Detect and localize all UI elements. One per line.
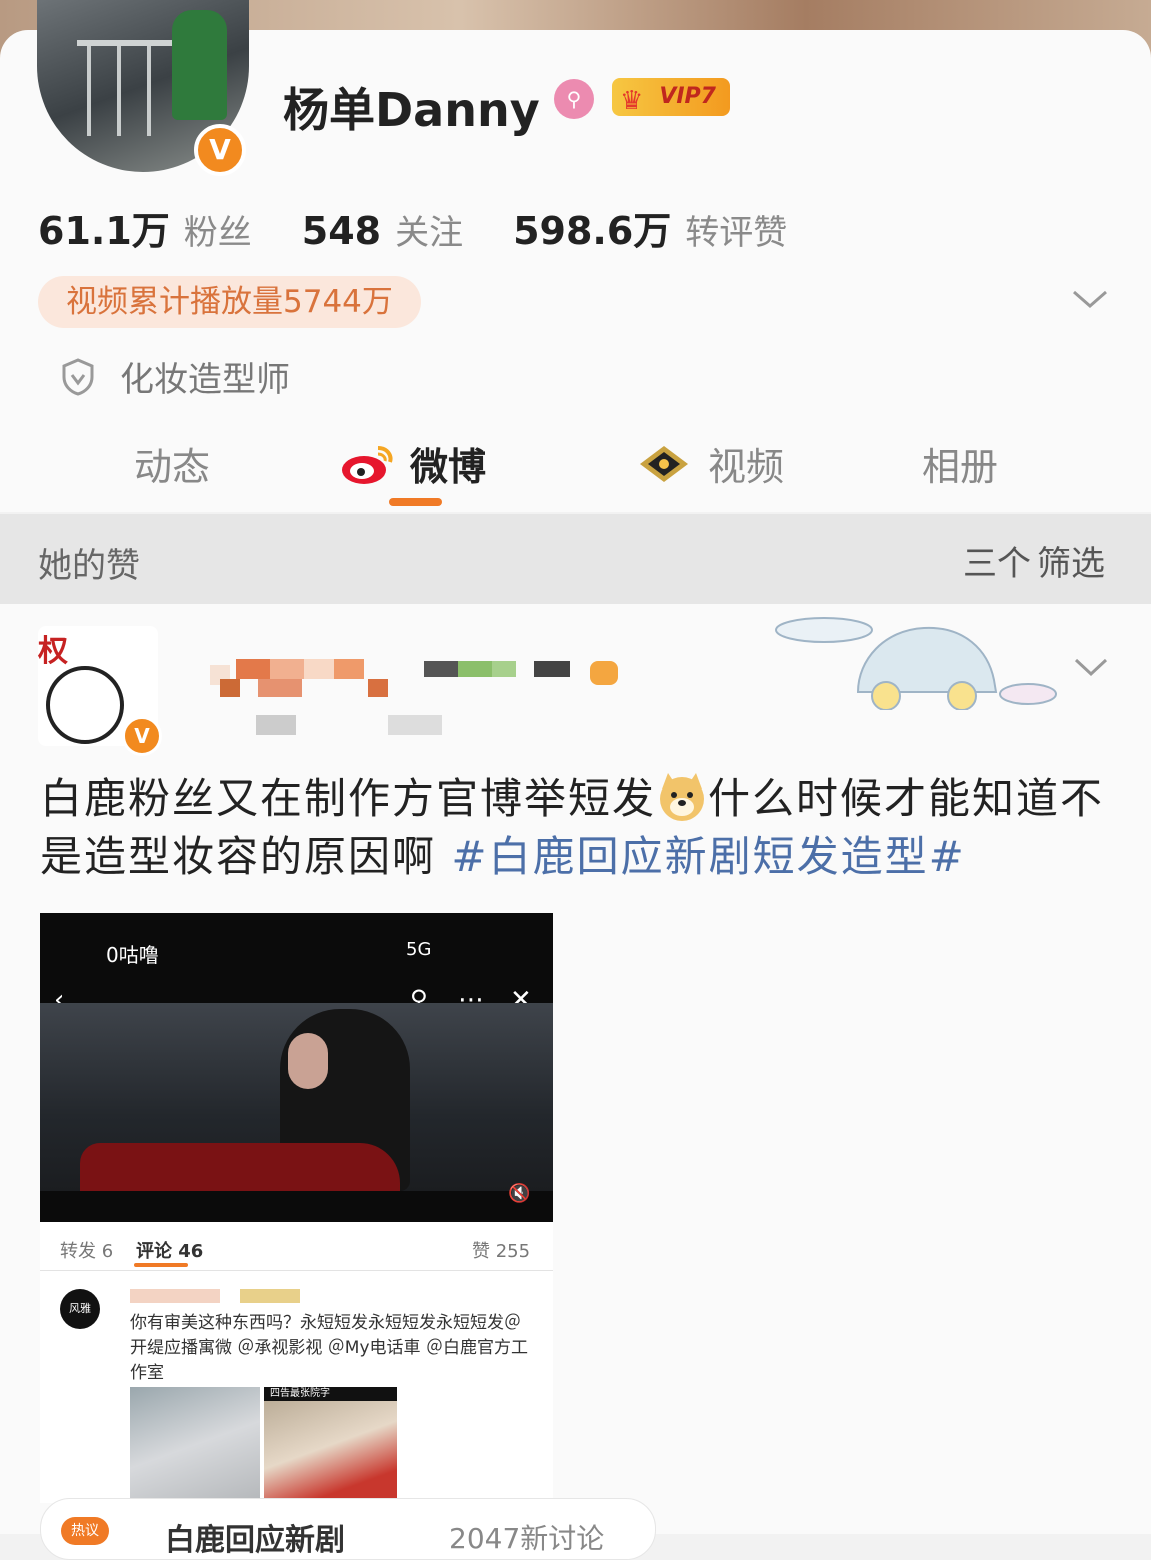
crown-icon: ♛ — [620, 86, 644, 116]
search-badge-icon[interactable]: ⚲ — [554, 79, 594, 119]
stat-interactions[interactable]: 598.6万 转评赞 — [513, 200, 787, 255]
verified-badge-icon: V — [122, 716, 162, 756]
stat-followers[interactable]: 61.1万 粉丝 — [38, 200, 252, 255]
certification-label: 化妆造型师 — [120, 360, 290, 400]
commenter-avatar[interactable]: 风雅 — [60, 1289, 100, 1329]
comment-image-thumbnail[interactable] — [130, 1387, 260, 1503]
vip-label: VIP7 — [659, 84, 716, 109]
tab-label: 视频 — [708, 445, 785, 489]
avatar-photo-person — [172, 10, 227, 120]
status-bar-signal: 5G — [406, 939, 432, 960]
car-cartoon-decoration — [775, 617, 1057, 710]
topic-name: 白鹿回应新剧 — [165, 1523, 345, 1558]
like-count[interactable]: 赞 255 — [472, 1237, 530, 1263]
video-meta-bar: 转发 6 评论 46 赞 255 — [40, 1231, 553, 1269]
stat-label: 关注 — [395, 213, 464, 253]
weibo-logo-icon — [342, 445, 393, 484]
chevron-down-icon[interactable] — [1070, 284, 1110, 314]
comment-text: 你有审美这种东西吗？永短短发永短短发永短短发＠开缇应播寓微 ＠承视影视 ＠My电… — [130, 1313, 528, 1383]
blurred-author-name — [200, 655, 640, 745]
likes-section-header: 她的赞 三个 筛选 — [0, 514, 1151, 604]
stat-following[interactable]: 548 关注 — [302, 205, 463, 254]
filter-label: 筛选 — [1037, 544, 1105, 584]
hot-topic-badge: 热议 — [61, 1517, 109, 1545]
video-plays-badge[interactable]: 视频累计播放量5744万 — [38, 276, 421, 328]
certification-row: 化妆造型师 — [60, 352, 290, 401]
tab-video[interactable]: 视频 — [634, 436, 784, 491]
blurred-commenter-name — [130, 1289, 300, 1305]
topic-link[interactable]: 热议 白鹿回应新剧 2047新讨论 — [40, 1498, 656, 1560]
repost-count[interactable]: 转发 6 — [60, 1237, 113, 1263]
doge-emoji-icon — [660, 773, 705, 821]
post-text-part1: 白鹿粉丝又在制作方官博举短发 — [40, 774, 657, 823]
mute-icon[interactable]: 🔇 — [508, 1183, 530, 1204]
stat-label: 转评赞 — [685, 213, 788, 253]
hashtag-link[interactable]: #白鹿回应新剧短发造型# — [451, 832, 965, 881]
chevron-down-icon[interactable] — [1072, 654, 1110, 682]
avatar-calligraphy: 权 — [38, 634, 68, 669]
stat-value: 61.1万 — [38, 209, 170, 253]
post-body: 白鹿粉丝又在制作方官博举短发 什么时候才能知道不是造型妆容的原因啊 #白鹿回应新剧… — [40, 770, 1110, 886]
video-hexagon-icon — [640, 445, 688, 482]
shield-icon — [62, 357, 94, 396]
profile-tabs: 动态 微博 视频 相册 — [0, 432, 1151, 512]
tab-dynamic[interactable]: 动态 — [134, 436, 210, 491]
tab-label: 微博 — [410, 445, 487, 489]
tab-weibo[interactable]: 微博 — [340, 436, 486, 491]
filter-icon: 三个 — [963, 544, 1031, 584]
tab-album[interactable]: 相册 — [922, 436, 998, 491]
comment-tab-indicator — [134, 1263, 188, 1267]
tab-label: 动态 — [134, 445, 211, 489]
comment-count[interactable]: 评论 46 — [136, 1237, 203, 1263]
thumbnail-caption: 四告最张院字 — [264, 1387, 397, 1401]
video-figure-face — [288, 1033, 328, 1089]
profile-stats: 61.1万 粉丝 548 关注 598.6万 转评赞 — [38, 200, 837, 255]
avatar-cartoon-face — [46, 666, 124, 744]
profile-name: 杨单Danny — [283, 83, 540, 137]
topic-discussion-count: 2047新讨论 — [449, 1522, 605, 1555]
video-red-dress — [80, 1143, 400, 1191]
section-title: 她的赞 — [38, 546, 140, 586]
filter-button[interactable]: 三个 筛选 — [963, 536, 1105, 585]
divider — [40, 1270, 553, 1271]
stat-value: 598.6万 — [513, 209, 672, 253]
stat-value: 548 — [301, 209, 382, 253]
tab-label: 相册 — [922, 445, 999, 489]
stat-label: 粉丝 — [183, 213, 252, 253]
active-tab-indicator — [389, 498, 442, 506]
post-image-screenshot[interactable]: 0咕噜 5G ‹ ⚲ ⋯ ✕ 🔇 转发 6 评论 46 赞 255 风雅 你有审… — [40, 913, 553, 1503]
verified-badge-icon: V — [194, 124, 246, 176]
comment-image-thumbnail[interactable] — [264, 1387, 397, 1503]
status-bar-app: 0咕噜 — [106, 943, 159, 967]
video-frame — [40, 1003, 553, 1191]
vip-badge[interactable]: ♛ VIP7 — [612, 78, 730, 116]
